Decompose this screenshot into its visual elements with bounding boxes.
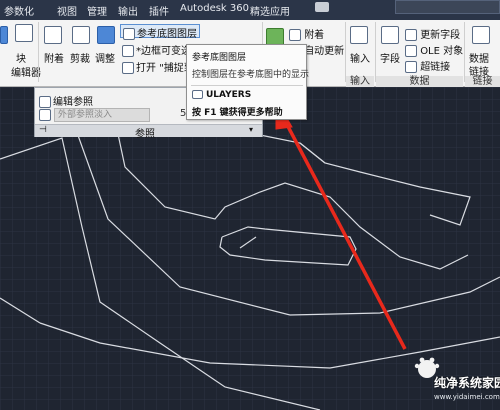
ref-underlay-layers-label: 参考底图图层 — [137, 29, 197, 40]
search-input[interactable] — [395, 0, 500, 14]
menu-parametric[interactable]: 参数化 — [4, 3, 34, 18]
tooltip-help: 按 F1 键获得更多帮助 — [192, 108, 283, 118]
layers-icon — [123, 28, 135, 40]
watermark-title: 纯净系统家园 — [434, 376, 500, 390]
insert-data-icon[interactable] — [350, 26, 368, 44]
menu-featured-apps[interactable]: 精选应用 — [250, 3, 290, 18]
ole-icon — [405, 45, 417, 57]
menu-bar: 参数化 视图 管理 输出 插件 Autodesk 360 精选应用 — [0, 0, 500, 20]
pin-icon[interactable]: ⊣ — [39, 125, 47, 135]
hyperlink-button[interactable]: 超链接 — [405, 58, 450, 73]
menu-extra-icon[interactable] — [315, 2, 329, 12]
reference-panel-title: 参照 — [135, 129, 155, 140]
autoupdate-label: 自动更新 — [304, 46, 345, 57]
tooltip-separator — [191, 85, 303, 86]
block-editor-label[interactable]: 编辑器 — [11, 64, 41, 79]
edit-reference-button[interactable]: 编辑参照 — [39, 93, 93, 108]
menu-view[interactable]: 视图 — [57, 3, 77, 18]
update-field-button[interactable]: 更新字段 — [405, 26, 460, 41]
update-icon — [405, 29, 417, 41]
panel-options-icon[interactable]: ▾ — [249, 125, 253, 134]
tooltip-description: 控制图层在参考底图中的显示 — [192, 70, 310, 80]
divider — [345, 22, 346, 82]
attach2-button[interactable]: 附着 — [289, 26, 324, 41]
snap-icon — [122, 62, 134, 74]
ole-object-label: OLE 对象 — [420, 46, 464, 57]
field-icon[interactable] — [381, 26, 399, 44]
menu-manage[interactable]: 管理 — [87, 3, 107, 18]
menu-autodesk360[interactable]: Autodesk 360 — [180, 3, 249, 14]
attach-button[interactable]: 附着 — [44, 50, 64, 65]
tooltip-command-name: ULAYERS — [206, 90, 252, 100]
globe-icon — [405, 61, 417, 73]
open-label: 打开 — [136, 63, 156, 74]
block-editor-icon[interactable] — [15, 24, 33, 42]
menu-output[interactable]: 输出 — [118, 3, 138, 18]
clip-button[interactable]: 剪裁 — [70, 50, 90, 65]
reference-panel-footer[interactable]: ⊣ 参照 ▾ — [35, 124, 262, 140]
ulayers-tooltip: 参考底图图层 控制图层在参考底图中的显示 ULAYERS 按 F1 键获得更多帮… — [186, 44, 310, 120]
command-icon — [192, 90, 203, 99]
divider — [38, 22, 39, 82]
divider — [464, 22, 465, 82]
field-button[interactable]: 字段 — [380, 50, 400, 65]
update-field-label: 更新字段 — [420, 30, 461, 41]
tooltip-title: 参考底图图层 — [192, 53, 247, 63]
insert-button[interactable]: 输入 — [350, 50, 370, 65]
edit-reference-icon — [39, 96, 51, 108]
hyperlink-label: 超链接 — [420, 62, 451, 73]
xref-fade-input[interactable]: 外部参照淡入 — [54, 108, 150, 122]
divider — [375, 22, 376, 82]
adjust-icon[interactable] — [97, 26, 115, 44]
paperclip-icon — [289, 29, 301, 41]
tooltip-command: ULAYERS — [192, 90, 251, 100]
ole-object-button[interactable]: OLE 对象 — [405, 42, 463, 57]
edit-reference-label: 编辑参照 — [53, 97, 93, 108]
ref-underlay-layers-button[interactable]: 参考底图图层 — [120, 24, 200, 40]
adjust-button[interactable]: 调整 — [95, 50, 115, 65]
menu-plugins[interactable]: 插件 — [149, 3, 169, 18]
watermark-url: www.yidaimei.com — [434, 393, 500, 401]
attach-icon[interactable] — [44, 26, 62, 44]
frame-icon — [122, 45, 134, 57]
insert-block-icon[interactable] — [0, 26, 8, 44]
snap-toggle[interactable]: 打开 "捕捉到 — [122, 59, 194, 74]
xref-fade-icon — [39, 109, 51, 121]
data-link-icon[interactable] — [472, 26, 490, 44]
clip-icon[interactable] — [72, 26, 90, 44]
attach2-label: 附着 — [304, 30, 325, 41]
block-label: 块 — [16, 54, 26, 65]
